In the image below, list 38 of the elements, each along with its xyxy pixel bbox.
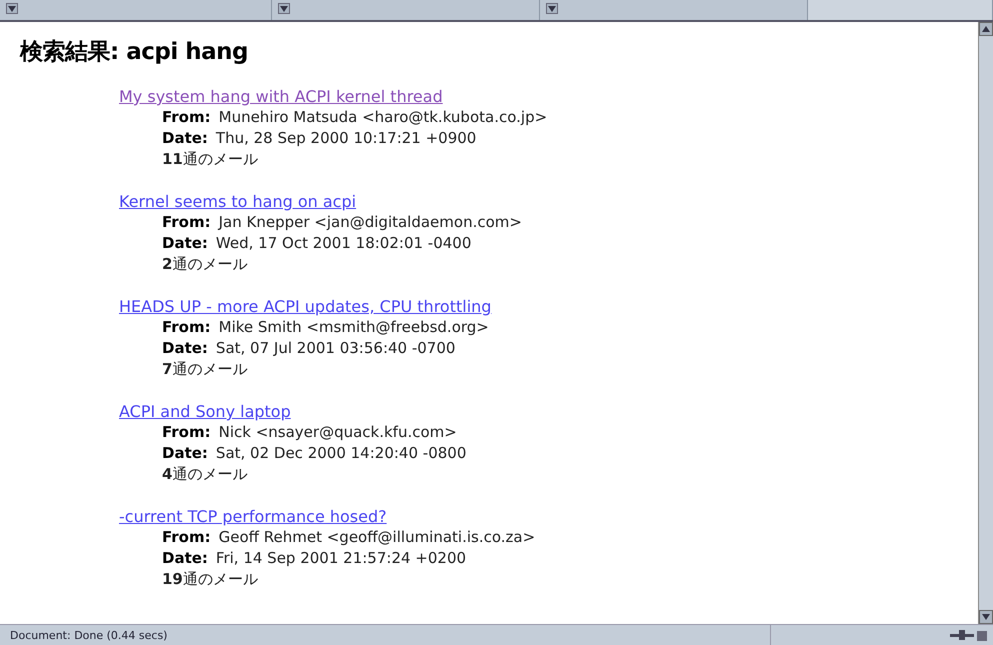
sender-text: Nick <nsayer@quack.kfu.com> — [218, 423, 457, 441]
sender-text: Mike Smith <msmith@freebsd.org> — [218, 318, 489, 336]
message-count: 19通のメール — [162, 570, 258, 588]
subject-link[interactable]: HEADS UP - more ACPI updates, CPU throttling — [113, 297, 492, 317]
date-text: Sat, 07 Jul 2001 03:56:40 -0700 — [216, 339, 456, 357]
date-label: Date: — [162, 129, 208, 147]
dropdown-icon[interactable] — [546, 3, 558, 14]
date-text: Sat, 02 Dec 2000 14:20:40 -0800 — [216, 444, 466, 462]
subject-link[interactable]: My system hang with ACPI kernel thread — [113, 87, 443, 107]
dropdown-icon[interactable] — [278, 3, 290, 14]
message-count: 4通のメール — [162, 465, 248, 483]
scrollbar[interactable] — [978, 22, 993, 624]
message-count: 7通のメール — [162, 360, 248, 378]
subject-link[interactable]: ACPI and Sony laptop — [113, 402, 291, 422]
subject-link[interactable]: -current TCP performance hosed? — [113, 507, 387, 527]
from-label: From: — [162, 423, 211, 441]
sender-text: Jan Knepper <jan@digitaldaemon.com> — [218, 213, 522, 231]
sender-text: Geoff Rehmet <geoff@illuminati.is.co.za> — [218, 528, 536, 546]
date-label: Date: — [162, 549, 208, 567]
message-count: 11通のメール — [162, 150, 258, 168]
dropdown-icon[interactable] — [6, 3, 18, 14]
scroll-down-icon[interactable] — [979, 610, 993, 624]
date-label: Date: — [162, 339, 208, 357]
subject-link[interactable]: Kernel seems to hang on acpi — [113, 192, 356, 212]
from-label: From: — [162, 213, 211, 231]
from-label: From: — [162, 108, 211, 126]
date-text: Thu, 28 Sep 2000 10:17:21 +0900 — [216, 129, 476, 147]
date-label: Date: — [162, 444, 208, 462]
date-text: Wed, 17 Oct 2001 18:02:01 -0400 — [216, 234, 472, 252]
from-label: From: — [162, 528, 211, 546]
message-count: 2通のメール — [162, 255, 248, 273]
status-text: Document: Done (0.44 secs) — [9, 628, 168, 642]
from-label: From: — [162, 318, 211, 336]
date-text: Fri, 14 Sep 2001 21:57:24 +0200 — [216, 549, 466, 567]
date-label: Date: — [162, 234, 208, 252]
scroll-up-icon[interactable] — [979, 22, 993, 36]
page-title: 検索結果: acpi hang — [20, 38, 249, 67]
sender-text: Munehiro Matsuda <haro@tk.kubota.co.jp> — [218, 108, 548, 126]
